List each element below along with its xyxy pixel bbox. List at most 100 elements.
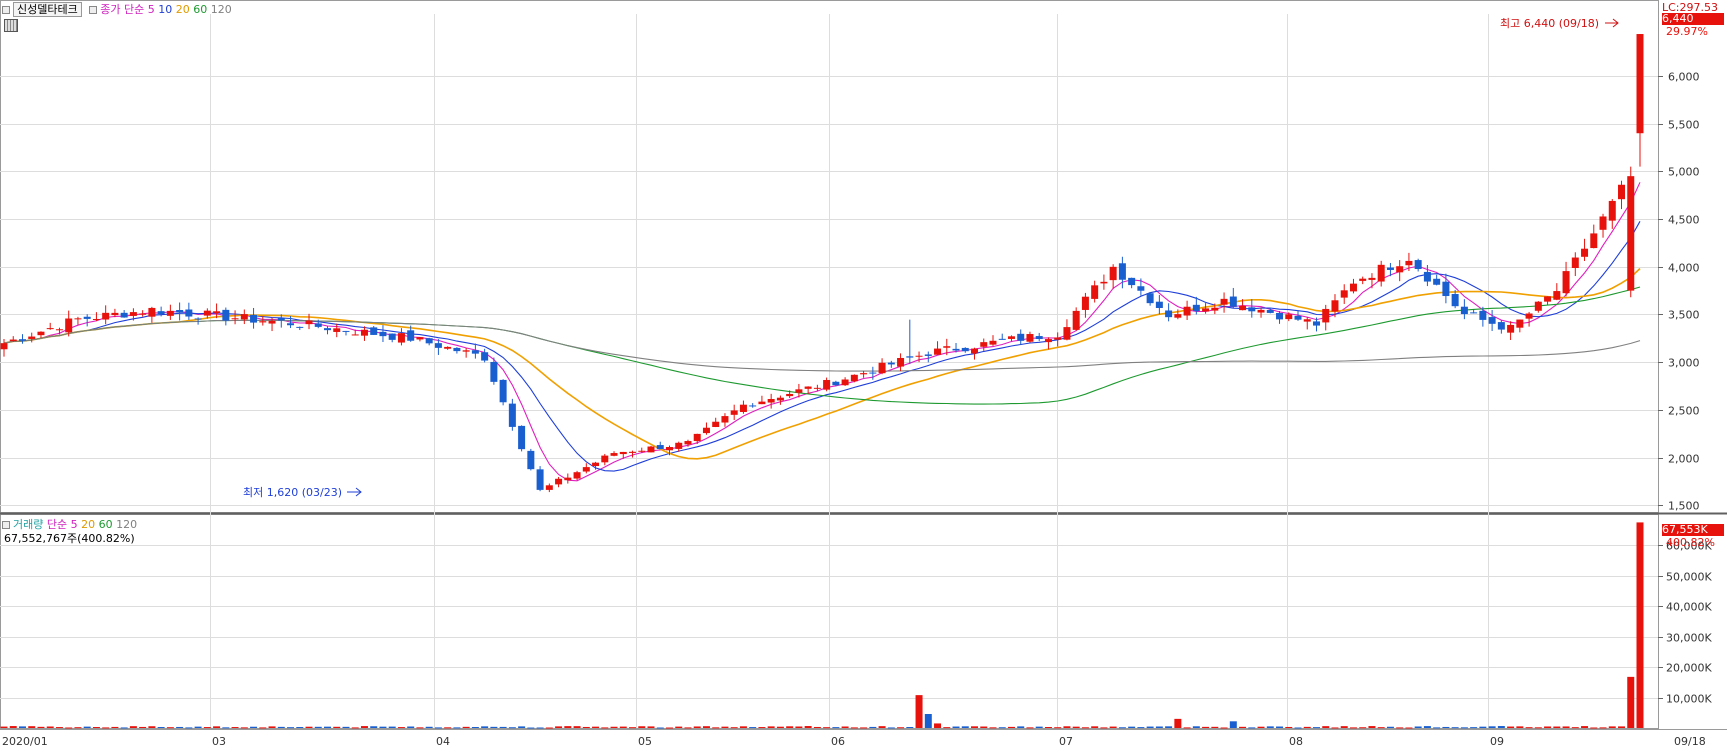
- volume-bar[interactable]: [185, 727, 193, 729]
- volume-bar[interactable]: [222, 727, 230, 729]
- candle-body[interactable]: [1433, 278, 1441, 285]
- volume-bar[interactable]: [453, 727, 461, 729]
- volume-bar[interactable]: [897, 727, 905, 729]
- volume-bar[interactable]: [573, 726, 581, 728]
- volume-bar[interactable]: [582, 726, 590, 728]
- volume-bar[interactable]: [1266, 726, 1274, 728]
- volume-bar[interactable]: [1091, 726, 1099, 728]
- candle-body[interactable]: [314, 323, 322, 327]
- stock-chart[interactable]: 6,000 5,500 5,000 4,500 4,000 3,500 3,000 2,500…: [0, 0, 1727, 750]
- volume-bar[interactable]: [1155, 726, 1163, 728]
- volume-bar[interactable]: [305, 726, 313, 728]
- volume-bar[interactable]: [333, 726, 341, 728]
- candle-body[interactable]: [1331, 300, 1339, 312]
- candle-body[interactable]: [1340, 290, 1348, 298]
- volume-bar[interactable]: [665, 727, 673, 729]
- volume-bar[interactable]: [324, 726, 332, 728]
- candle-body[interactable]: [434, 343, 442, 348]
- candle-body[interactable]: [924, 354, 932, 356]
- candle-body[interactable]: [776, 397, 784, 401]
- candle-body[interactable]: [841, 379, 849, 386]
- volume-bar[interactable]: [1109, 726, 1117, 728]
- volume-bar[interactable]: [1507, 726, 1515, 728]
- volume-bar[interactable]: [1377, 727, 1385, 729]
- volume-bar[interactable]: [1534, 727, 1542, 729]
- volume-bar[interactable]: [259, 727, 267, 729]
- candle-body[interactable]: [65, 318, 73, 333]
- candle-body[interactable]: [952, 348, 960, 351]
- candle-body[interactable]: [397, 333, 405, 343]
- candle-body[interactable]: [379, 331, 387, 337]
- candle-body[interactable]: [1636, 34, 1644, 134]
- candle-body[interactable]: [564, 477, 572, 481]
- candle-body[interactable]: [1377, 264, 1385, 282]
- candle-body[interactable]: [18, 339, 26, 341]
- volume-bar[interactable]: [555, 726, 563, 728]
- candle-body[interactable]: [1562, 271, 1570, 294]
- volume-bar[interactable]: [971, 726, 979, 728]
- candle-body[interactable]: [1553, 291, 1561, 300]
- candle-body[interactable]: [518, 425, 526, 450]
- volume-bar[interactable]: [702, 726, 710, 728]
- candle-body[interactable]: [444, 346, 452, 349]
- volume-bar[interactable]: [601, 727, 609, 729]
- volume-bar[interactable]: [111, 726, 119, 728]
- candle-body[interactable]: [980, 342, 988, 347]
- volume-bar[interactable]: [878, 726, 886, 728]
- candle-body[interactable]: [240, 314, 248, 320]
- volume-bar[interactable]: [92, 727, 100, 729]
- candle-body[interactable]: [1072, 310, 1080, 330]
- candle-body[interactable]: [647, 446, 655, 453]
- volume-bar[interactable]: [924, 714, 932, 728]
- volume-bar[interactable]: [961, 726, 969, 728]
- candle-body[interactable]: [37, 331, 45, 336]
- candle-body[interactable]: [730, 410, 738, 415]
- candle-body[interactable]: [1091, 285, 1099, 299]
- volume-bar[interactable]: [564, 726, 572, 728]
- volume-bar[interactable]: [388, 726, 396, 728]
- candle-body[interactable]: [545, 485, 553, 490]
- candle-body[interactable]: [1202, 308, 1210, 312]
- volume-bar[interactable]: [1276, 726, 1284, 728]
- volume-bar[interactable]: [481, 726, 489, 728]
- candle-body[interactable]: [1396, 266, 1404, 273]
- volume-bar[interactable]: [1165, 726, 1173, 728]
- candle-body[interactable]: [1192, 304, 1200, 312]
- volume-bar[interactable]: [758, 727, 766, 729]
- candle-body[interactable]: [1211, 307, 1219, 311]
- candle-body[interactable]: [231, 318, 239, 320]
- candle-body[interactable]: [786, 393, 794, 397]
- volume-bar[interactable]: [518, 726, 526, 728]
- candle-body[interactable]: [1155, 301, 1163, 308]
- candle-body[interactable]: [1276, 312, 1284, 320]
- candle-body[interactable]: [656, 445, 664, 450]
- candle-body[interactable]: [1525, 313, 1533, 319]
- candle-body[interactable]: [1054, 337, 1062, 340]
- candle-body[interactable]: [342, 330, 350, 332]
- volume-bar[interactable]: [527, 727, 535, 729]
- volume-bar[interactable]: [166, 727, 174, 729]
- candle-body[interactable]: [1303, 319, 1311, 322]
- candle-body[interactable]: [823, 379, 831, 390]
- candle-body[interactable]: [536, 469, 544, 490]
- candle-body[interactable]: [998, 338, 1006, 340]
- candle-body[interactable]: [906, 356, 914, 358]
- candle-body[interactable]: [453, 347, 461, 352]
- candle-body[interactable]: [693, 433, 701, 442]
- candle-body[interactable]: [767, 398, 775, 403]
- volume-bar[interactable]: [1386, 726, 1394, 728]
- legend-toggle-icon[interactable]: [2, 6, 10, 14]
- candle-body[interactable]: [610, 453, 618, 456]
- volume-bar[interactable]: [675, 726, 683, 728]
- volume-bar[interactable]: [462, 726, 470, 728]
- stock-name[interactable]: 신성델타테크: [13, 2, 82, 17]
- candle-body[interactable]: [832, 381, 840, 386]
- candle-body[interactable]: [148, 307, 156, 317]
- candle-body[interactable]: [1183, 306, 1191, 316]
- candle-body[interactable]: [1414, 260, 1422, 270]
- volume-bar[interactable]: [194, 726, 202, 728]
- candle-body[interactable]: [813, 387, 821, 389]
- volume-bar[interactable]: [148, 726, 156, 728]
- candle-body[interactable]: [139, 313, 147, 315]
- candle-body[interactable]: [370, 327, 378, 335]
